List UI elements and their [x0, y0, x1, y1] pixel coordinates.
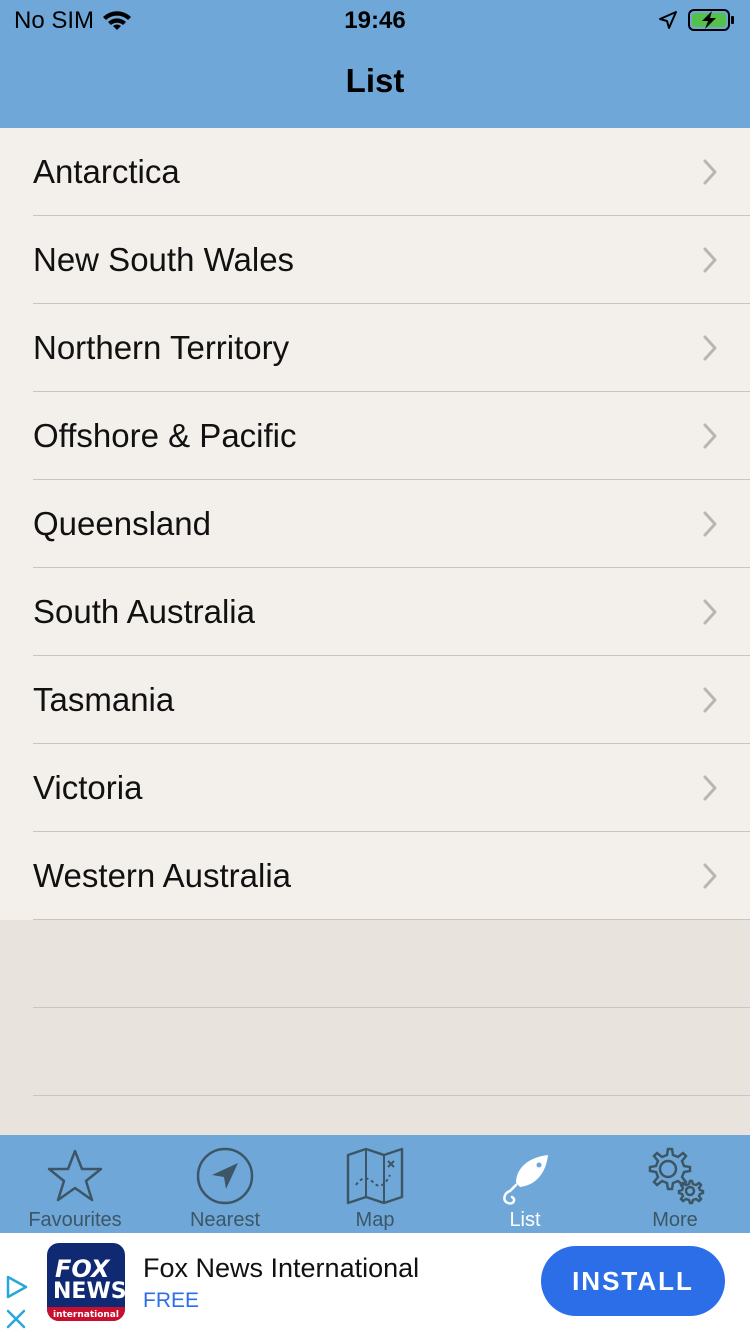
list-item-label: Western Australia — [33, 857, 292, 894]
tab-label: Nearest — [189, 1209, 261, 1231]
list-item-label: South Australia — [33, 593, 255, 630]
tab-label: More — [652, 1209, 698, 1231]
location-services-icon — [659, 11, 677, 29]
logo-text: international — [53, 1310, 119, 1320]
tab-nearest[interactable]: Nearest — [150, 1135, 300, 1233]
chevron-right-icon — [703, 423, 717, 449]
chevron-right-icon — [703, 159, 717, 185]
list-item-label: Offshore & Pacific — [33, 417, 297, 454]
ad-choices-icon[interactable] — [4, 1273, 30, 1333]
ad-banner[interactable]: FOX NEWS international Fox News Internat… — [0, 1233, 750, 1334]
tab-label: List — [509, 1209, 541, 1231]
divider — [33, 1095, 750, 1096]
top-bar: No SIM 19:46 List — [0, 0, 750, 128]
status-bar: No SIM 19:46 — [0, 0, 750, 40]
fish-hook-icon — [503, 1155, 548, 1205]
gear-icon — [648, 1147, 705, 1205]
location-arrow-icon — [196, 1147, 254, 1205]
tab-bar: Favourites Nearest Map List More — [0, 1135, 750, 1233]
chevron-right-icon — [703, 775, 717, 801]
status-right — [658, 8, 736, 32]
tab-more[interactable]: More — [600, 1135, 750, 1233]
list-item-label: Victoria — [33, 769, 143, 806]
tab-label: Favourites — [28, 1209, 122, 1231]
screen: No SIM 19:46 List Antarctica New South W… — [0, 0, 750, 1334]
list-item-label: Queensland — [33, 505, 211, 542]
list-item[interactable]: Tasmania — [0, 656, 750, 744]
logo-text: NEWS — [53, 1279, 125, 1304]
list-item[interactable]: South Australia — [0, 568, 750, 656]
list-item[interactable]: New South Wales — [0, 216, 750, 304]
app-logo[interactable]: FOX NEWS international — [47, 1243, 125, 1321]
status-time: 19:46 — [344, 7, 406, 34]
region-list: Antarctica New South Wales Northern Terr… — [0, 128, 750, 920]
chevron-right-icon — [703, 863, 717, 889]
list-item[interactable]: Northern Territory — [0, 304, 750, 392]
map-icon — [346, 1147, 404, 1205]
empty-list-area — [0, 920, 750, 1135]
tab-favourites[interactable]: Favourites — [0, 1135, 150, 1233]
list-item-label: Antarctica — [33, 153, 180, 190]
tab-label: Map — [355, 1209, 395, 1231]
list-item[interactable]: Offshore & Pacific — [0, 392, 750, 480]
ad-price: FREE — [143, 1289, 200, 1312]
list-item-label: New South Wales — [33, 241, 295, 278]
ad-app-name[interactable]: Fox News International — [143, 1253, 419, 1284]
chevron-right-icon — [703, 335, 717, 361]
chevron-right-icon — [703, 511, 717, 537]
list-item[interactable]: Antarctica — [0, 128, 750, 216]
battery-charging-icon — [688, 9, 734, 31]
chevron-right-icon — [703, 687, 717, 713]
install-button[interactable]: INSTALL — [541, 1246, 725, 1316]
page-title: List — [345, 62, 405, 99]
list-item[interactable]: Queensland — [0, 480, 750, 568]
list-item-label: Northern Territory — [33, 329, 290, 366]
list-item-label: Tasmania — [33, 681, 175, 718]
chevron-right-icon — [703, 599, 717, 625]
divider — [33, 1007, 750, 1008]
tab-list[interactable]: List — [450, 1135, 600, 1233]
chevron-right-icon — [703, 247, 717, 273]
star-icon — [47, 1149, 103, 1202]
tab-map[interactable]: Map — [300, 1135, 450, 1233]
list-item[interactable]: Western Australia — [0, 832, 750, 920]
list-item[interactable]: Victoria — [0, 744, 750, 832]
